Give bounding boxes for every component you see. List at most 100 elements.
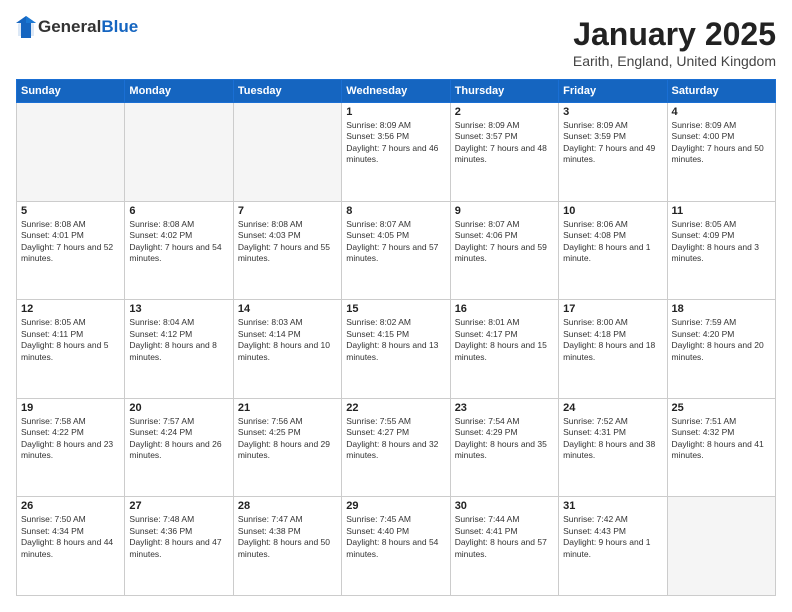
day-info: Sunrise: 8:06 AM Sunset: 4:08 PM Dayligh…: [563, 219, 662, 265]
day-info: Sunrise: 8:09 AM Sunset: 3:59 PM Dayligh…: [563, 120, 662, 166]
day-info: Sunrise: 8:04 AM Sunset: 4:12 PM Dayligh…: [129, 317, 228, 363]
day-info: Sunrise: 8:08 AM Sunset: 4:03 PM Dayligh…: [238, 219, 337, 265]
day-info: Sunrise: 7:56 AM Sunset: 4:25 PM Dayligh…: [238, 416, 337, 462]
calendar-cell: 2Sunrise: 8:09 AM Sunset: 3:57 PM Daylig…: [450, 103, 558, 202]
calendar-table: SundayMondayTuesdayWednesdayThursdayFrid…: [16, 79, 776, 596]
day-number: 25: [672, 402, 771, 414]
logo-text: GeneralBlue: [38, 17, 138, 37]
calendar-cell: [17, 103, 125, 202]
day-info: Sunrise: 7:48 AM Sunset: 4:36 PM Dayligh…: [129, 514, 228, 560]
calendar-cell: 14 Sunrise: 8:03 AM Sunset: 4:14 PM Dayli…: [233, 300, 341, 399]
calendar-cell: 12Sunrise: 8:05 AM Sunset: 4:11 PM Dayli…: [17, 300, 125, 399]
day-info: Sunrise: 8:03 AM Sunset: 4:14 PM Dayligh…: [238, 317, 337, 363]
calendar-cell: 22 Sunrise: 7:55 AM Sunset: 4:27 PM Dayli…: [342, 398, 450, 497]
calendar-cell: 1 Sunrise: 8:09 AM Sunset: 3:56 PM Daylig…: [342, 103, 450, 202]
header-saturday: Saturday: [667, 80, 775, 103]
day-number: 18: [672, 303, 771, 315]
day-number: 1: [346, 106, 445, 118]
day-number: 30: [455, 500, 554, 512]
header-monday: Monday: [125, 80, 233, 103]
calendar-cell: 4 Sunrise: 8:09 AM Sunset: 4:00 PM Daylig…: [667, 103, 775, 202]
logo-icon: [16, 16, 36, 38]
day-info: Sunrise: 7:47 AM Sunset: 4:38 PM Dayligh…: [238, 514, 337, 560]
day-info: Sunrise: 7:44 AM Sunset: 4:41 PM Dayligh…: [455, 514, 554, 560]
day-info: Sunrise: 7:50 AM Sunset: 4:34 PM Dayligh…: [21, 514, 120, 560]
week-row-3: 19 Sunrise: 7:58 AM Sunset: 4:22 PM Dayli…: [17, 398, 776, 497]
day-number: 23: [455, 402, 554, 414]
title-block: January 2025 Earith, England, United Kin…: [573, 16, 776, 69]
calendar-cell: 31 Sunrise: 7:42 AM Sunset: 4:43 PM Dayli…: [559, 497, 667, 596]
header: GeneralBlue January 2025 Earith, England…: [16, 16, 776, 69]
calendar-cell: 25 Sunrise: 7:51 AM Sunset: 4:32 PM Dayli…: [667, 398, 775, 497]
header-thursday: Thursday: [450, 80, 558, 103]
day-info: Sunrise: 8:02 AM Sunset: 4:15 PM Dayligh…: [346, 317, 445, 363]
week-row-2: 12Sunrise: 8:05 AM Sunset: 4:11 PM Dayli…: [17, 300, 776, 399]
day-info: Sunrise: 7:42 AM Sunset: 4:43 PM Dayligh…: [563, 514, 662, 560]
logo-general: General: [38, 17, 101, 37]
calendar-cell: 13 Sunrise: 8:04 AM Sunset: 4:12 PM Dayli…: [125, 300, 233, 399]
day-number: 9: [455, 205, 554, 217]
week-row-4: 26 Sunrise: 7:50 AM Sunset: 4:34 PM Dayli…: [17, 497, 776, 596]
day-info: Sunrise: 7:52 AM Sunset: 4:31 PM Dayligh…: [563, 416, 662, 462]
day-info: Sunrise: 8:09 AM Sunset: 3:57 PM Dayligh…: [455, 120, 554, 166]
day-info: Sunrise: 8:01 AM Sunset: 4:17 PM Dayligh…: [455, 317, 554, 363]
day-info: Sunrise: 8:08 AM Sunset: 4:02 PM Dayligh…: [129, 219, 228, 265]
day-number: 19: [21, 402, 120, 414]
calendar-cell: 23Sunrise: 7:54 AM Sunset: 4:29 PM Dayli…: [450, 398, 558, 497]
calendar-cell: 18 Sunrise: 7:59 AM Sunset: 4:20 PM Dayli…: [667, 300, 775, 399]
day-number: 31: [563, 500, 662, 512]
calendar-cell: 6 Sunrise: 8:08 AM Sunset: 4:02 PM Daylig…: [125, 201, 233, 300]
day-number: 13: [129, 303, 228, 315]
day-info: Sunrise: 7:55 AM Sunset: 4:27 PM Dayligh…: [346, 416, 445, 462]
day-number: 11: [672, 205, 771, 217]
day-number: 26: [21, 500, 120, 512]
calendar-cell: 5Sunrise: 8:08 AM Sunset: 4:01 PM Daylig…: [17, 201, 125, 300]
calendar-cell: 3 Sunrise: 8:09 AM Sunset: 3:59 PM Daylig…: [559, 103, 667, 202]
calendar-cell: 7 Sunrise: 8:08 AM Sunset: 4:03 PM Daylig…: [233, 201, 341, 300]
day-info: Sunrise: 8:00 AM Sunset: 4:18 PM Dayligh…: [563, 317, 662, 363]
day-info: Sunrise: 7:45 AM Sunset: 4:40 PM Dayligh…: [346, 514, 445, 560]
logo-blue: Blue: [101, 17, 138, 37]
day-info: Sunrise: 8:09 AM Sunset: 4:00 PM Dayligh…: [672, 120, 771, 166]
calendar-cell: 21 Sunrise: 7:56 AM Sunset: 4:25 PM Dayli…: [233, 398, 341, 497]
day-info: Sunrise: 8:08 AM Sunset: 4:01 PM Dayligh…: [21, 219, 120, 265]
day-number: 14: [238, 303, 337, 315]
day-number: 21: [238, 402, 337, 414]
calendar-cell: 15Sunrise: 8:02 AM Sunset: 4:15 PM Dayli…: [342, 300, 450, 399]
calendar-cell: 8Sunrise: 8:07 AM Sunset: 4:05 PM Daylig…: [342, 201, 450, 300]
calendar-cell: 29 Sunrise: 7:45 AM Sunset: 4:40 PM Dayli…: [342, 497, 450, 596]
day-number: 10: [563, 205, 662, 217]
calendar-cell: [125, 103, 233, 202]
day-info: Sunrise: 8:09 AM Sunset: 3:56 PM Dayligh…: [346, 120, 445, 166]
day-number: 28: [238, 500, 337, 512]
day-number: 16: [455, 303, 554, 315]
day-info: Sunrise: 7:59 AM Sunset: 4:20 PM Dayligh…: [672, 317, 771, 363]
day-number: 17: [563, 303, 662, 315]
calendar-cell: 16 Sunrise: 8:01 AM Sunset: 4:17 PM Dayli…: [450, 300, 558, 399]
calendar-cell: 10 Sunrise: 8:06 AM Sunset: 4:08 PM Dayli…: [559, 201, 667, 300]
calendar-cell: 28 Sunrise: 7:47 AM Sunset: 4:38 PM Dayli…: [233, 497, 341, 596]
calendar-cell: 9Sunrise: 8:07 AM Sunset: 4:06 PM Daylig…: [450, 201, 558, 300]
calendar-cell: 19 Sunrise: 7:58 AM Sunset: 4:22 PM Dayli…: [17, 398, 125, 497]
day-number: 4: [672, 106, 771, 118]
calendar-cell: 17 Sunrise: 8:00 AM Sunset: 4:18 PM Dayli…: [559, 300, 667, 399]
day-info: Sunrise: 8:07 AM Sunset: 4:05 PM Dayligh…: [346, 219, 445, 265]
calendar-cell: 26 Sunrise: 7:50 AM Sunset: 4:34 PM Dayli…: [17, 497, 125, 596]
day-info: Sunrise: 8:05 AM Sunset: 4:09 PM Dayligh…: [672, 219, 771, 265]
calendar-cell: 27 Sunrise: 7:48 AM Sunset: 4:36 PM Dayli…: [125, 497, 233, 596]
header-friday: Friday: [559, 80, 667, 103]
day-number: 12: [21, 303, 120, 315]
day-number: 22: [346, 402, 445, 414]
header-tuesday: Tuesday: [233, 80, 341, 103]
header-sunday: Sunday: [17, 80, 125, 103]
day-info: Sunrise: 7:58 AM Sunset: 4:22 PM Dayligh…: [21, 416, 120, 462]
day-info: Sunrise: 7:57 AM Sunset: 4:24 PM Dayligh…: [129, 416, 228, 462]
calendar-cell: 20Sunrise: 7:57 AM Sunset: 4:24 PM Dayli…: [125, 398, 233, 497]
day-number: 29: [346, 500, 445, 512]
day-number: 6: [129, 205, 228, 217]
week-row-1: 5Sunrise: 8:08 AM Sunset: 4:01 PM Daylig…: [17, 201, 776, 300]
day-info: Sunrise: 7:51 AM Sunset: 4:32 PM Dayligh…: [672, 416, 771, 462]
day-number: 3: [563, 106, 662, 118]
day-number: 27: [129, 500, 228, 512]
day-number: 7: [238, 205, 337, 217]
